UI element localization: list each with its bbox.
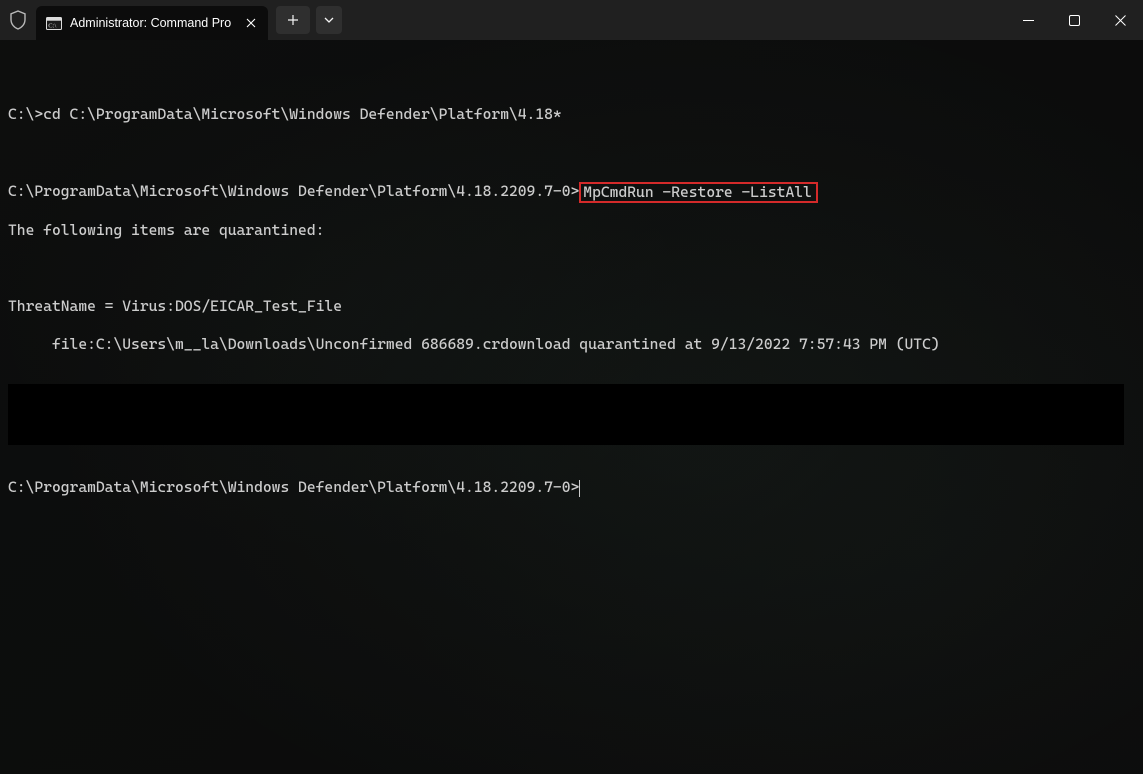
terminal-line: The following items are quarantined: <box>8 221 1135 240</box>
new-tab-button[interactable] <box>276 6 310 34</box>
terminal-line: file:C:\Users\m__la\Downloads\Unconfirme… <box>8 335 1135 354</box>
window-controls <box>1005 0 1143 40</box>
redacted-block <box>8 384 1124 445</box>
tab-close-button[interactable] <box>240 12 262 34</box>
shield-icon <box>0 0 36 40</box>
terminal-line: ThreatName = Virus:DOS/EICAR_Test_File <box>8 297 1135 316</box>
active-tab[interactable]: C:\ Administrator: Command Pro <box>36 6 268 40</box>
cursor <box>579 480 580 497</box>
prompt: C:\> <box>8 105 43 123</box>
command-text: cd C:\ProgramData\Microsoft\Windows Defe… <box>43 105 562 123</box>
terminal-line <box>8 67 1135 86</box>
tab-title: Administrator: Command Pro <box>70 16 232 30</box>
terminal-line <box>8 143 1135 162</box>
minimize-button[interactable] <box>1005 0 1051 40</box>
terminal-line: C:\ProgramData\Microsoft\Windows Defende… <box>8 181 1135 202</box>
prompt: C:\ProgramData\Microsoft\Windows Defende… <box>8 478 579 496</box>
terminal-line: C:\ProgramData\Microsoft\Windows Defende… <box>8 478 1135 497</box>
maximize-button[interactable] <box>1051 0 1097 40</box>
tab-dropdown-button[interactable] <box>316 6 342 34</box>
terminal-line <box>8 259 1135 278</box>
prompt: C:\ProgramData\Microsoft\Windows Defende… <box>8 182 579 200</box>
tab-actions <box>276 6 342 34</box>
terminal-line: C:\>cd C:\ProgramData\Microsoft\Windows … <box>8 105 1135 124</box>
cmd-icon: C:\ <box>46 15 62 31</box>
titlebar[interactable]: C:\ Administrator: Command Pro <box>0 0 1143 40</box>
close-button[interactable] <box>1097 0 1143 40</box>
terminal-content[interactable]: C:\>cd C:\ProgramData\Microsoft\Windows … <box>0 40 1143 524</box>
svg-text:C:\: C:\ <box>48 22 56 29</box>
highlighted-command: MpCmdRun -Restore -ListAll <box>579 182 818 203</box>
